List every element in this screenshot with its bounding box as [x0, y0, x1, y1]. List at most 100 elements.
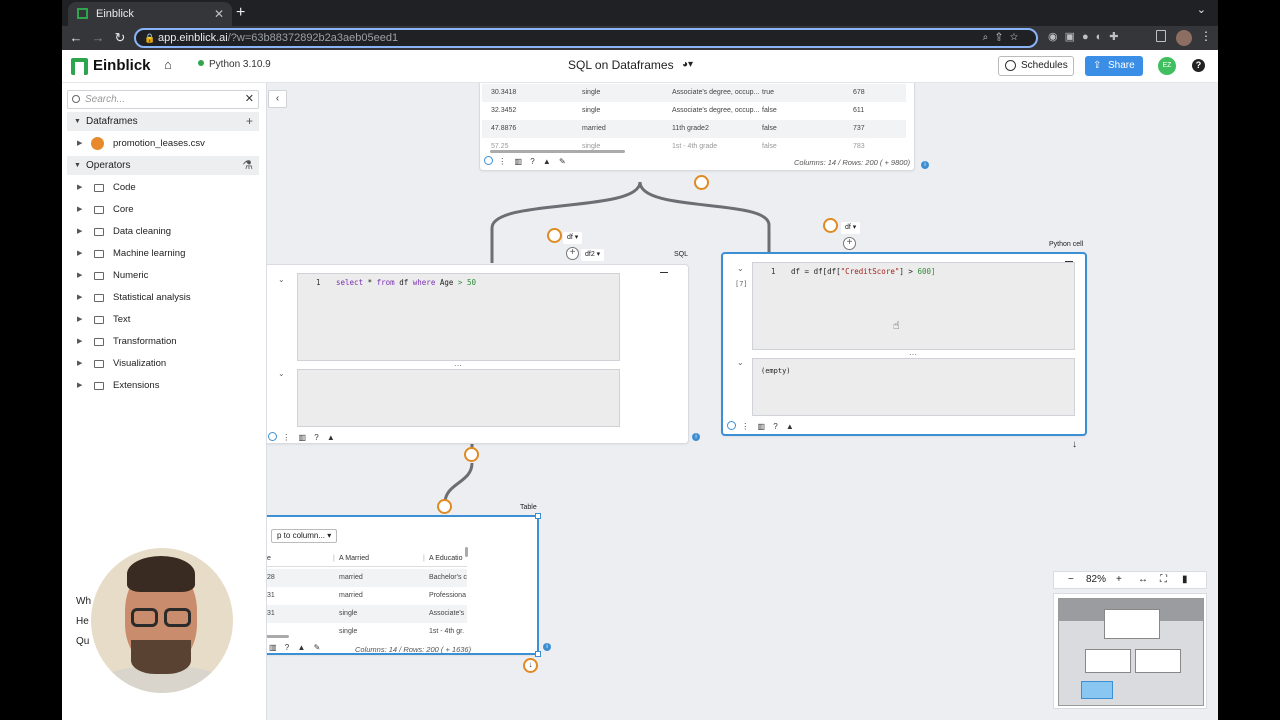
dataframe-preview-card[interactable]: 30.3418 single Associate's degree, occup…: [479, 83, 915, 171]
resize-handle[interactable]: [535, 513, 541, 519]
vertical-scrollbar[interactable]: [465, 547, 468, 557]
operator-folder-extensions[interactable]: ▶ Extensions: [67, 376, 259, 396]
fit-width-icon[interactable]: ↔: [1138, 572, 1148, 588]
hidden-text: Wh: [76, 596, 91, 607]
fullscreen-icon[interactable]: ⛶: [1160, 572, 1167, 588]
dataframes-section[interactable]: ▼ Dataframes +: [67, 112, 259, 131]
minimize-icon[interactable]: [660, 272, 668, 273]
run-icon[interactable]: [484, 156, 493, 165]
url-path: /?w=63b88372892b2a3aeb05eed1: [227, 32, 399, 44]
extension-icons[interactable]: ◉▣●◐✚: [1048, 30, 1126, 43]
runtime-status[interactable]: Python 3.10.9: [198, 59, 271, 70]
schedules-button[interactable]: Schedules: [998, 56, 1074, 76]
horizontal-scrollbar[interactable]: [490, 150, 625, 153]
back-icon[interactable]: ←: [66, 28, 86, 48]
share-button[interactable]: ⇪ Share: [1085, 56, 1143, 76]
sidepanel-icon[interactable]: [1156, 30, 1166, 42]
clear-search-icon[interactable]: ✕: [245, 91, 254, 108]
operator-folder-transformation[interactable]: ▶ Transformation: [67, 332, 259, 352]
new-tab-icon[interactable]: +: [236, 2, 245, 24]
flask-icon[interactable]: ⚗: [242, 156, 253, 175]
operator-folder-text[interactable]: ▶ Text: [67, 310, 259, 330]
caret-right-icon: ▶: [77, 250, 83, 257]
presenter-hair: [127, 556, 195, 592]
cell-education: 1st - 4th gr.: [429, 628, 465, 635]
operator-folder-code[interactable]: ▶ Code: [67, 178, 259, 198]
tab-strip: Einblick ✕ + ⌄: [62, 0, 1218, 26]
operator-folder-numeric[interactable]: ▶ Numeric: [67, 266, 259, 286]
operator-folder-core[interactable]: ▶ Core: [67, 200, 259, 220]
zoom-out-icon[interactable]: −: [1068, 572, 1074, 588]
tab-search-chevron-icon[interactable]: ⌄: [1197, 3, 1206, 16]
info-icon[interactable]: i: [543, 643, 551, 651]
operator-folder-data-cleaning[interactable]: ▶ Data cleaning: [67, 222, 259, 242]
python-cell-card[interactable]: ⌄ [7] 1 df = df[df["CreditScore"] > 600]…: [721, 252, 1087, 436]
output-port[interactable]: [694, 175, 709, 190]
input-port[interactable]: [437, 499, 452, 514]
sql-cell-card[interactable]: ⌄ 1 select * from df where Age > 50 ⋯ ⌄ …: [267, 264, 689, 444]
input-port[interactable]: [547, 228, 562, 243]
notebook-title[interactable]: SQL on Dataframes: [568, 58, 674, 72]
operator-folder-machine-learning[interactable]: ▶ Machine learning: [67, 244, 259, 264]
jump-to-column-dropdown[interactable]: p to column... ▾: [271, 529, 338, 543]
minimap[interactable]: [1053, 593, 1207, 709]
home-icon[interactable]: ⌂: [164, 57, 172, 72]
help-icon[interactable]: ?: [1192, 59, 1205, 72]
card-toolbar[interactable]: ⋮ ▥ ? ▲: [727, 421, 797, 431]
forward-icon[interactable]: →: [88, 28, 108, 48]
python-editor[interactable]: 1 df = df[df["CreditScore"] > 600] ☝: [752, 262, 1075, 350]
notebook-menu-icon[interactable]: ◕▾: [682, 59, 693, 70]
info-icon[interactable]: i: [692, 433, 700, 441]
browser-tab[interactable]: Einblick ✕: [68, 2, 232, 26]
reload-icon[interactable]: ↻: [110, 28, 130, 48]
bookmark-icon[interactable]: ▮: [1182, 572, 1188, 588]
table-row: 31 single Associate's: [267, 605, 467, 623]
workspace-canvas[interactable]: ‹ 30.3418 single Associate's degree, occ…: [267, 83, 1218, 720]
info-icon[interactable]: i: [921, 161, 929, 169]
table-cell-card[interactable]: p to column... ▾ e | A Married | A Educa…: [267, 515, 539, 655]
cell-flag: false: [762, 143, 777, 150]
edge-label-df[interactable]: df ▾: [563, 232, 583, 244]
folder-icon: [94, 382, 104, 390]
omnibox-icons[interactable]: ⌕⇪☆: [983, 30, 1026, 46]
operator-folder-statistical-analysis[interactable]: ▶ Statistical analysis: [67, 288, 259, 308]
collapse-input-chevron-icon[interactable]: ⌄: [737, 264, 744, 273]
operator-label: Machine learning: [113, 248, 186, 259]
horizontal-scrollbar[interactable]: [267, 635, 289, 638]
dataframe-item[interactable]: ▶ promotion_leases.csv: [67, 134, 259, 154]
profile-avatar[interactable]: [1176, 30, 1192, 46]
zoom-level[interactable]: 82%: [1086, 572, 1106, 588]
col-header-married[interactable]: A Married: [339, 551, 369, 567]
collapse-input-chevron-icon[interactable]: ⌄: [278, 275, 285, 284]
card-toolbar[interactable]: ⋮ ▥ ? ▲: [268, 432, 338, 442]
col-header-education[interactable]: A Educatio: [429, 551, 463, 567]
zoom-in-icon[interactable]: +: [1116, 572, 1122, 588]
input-port[interactable]: [823, 218, 838, 233]
card-toolbar[interactable]: ▥ ? ▲ ✎: [269, 643, 323, 652]
col-divider: |: [333, 555, 335, 562]
add-dataframe-icon[interactable]: +: [246, 112, 253, 131]
literal: 50: [466, 278, 476, 287]
address-bar[interactable]: 🔒 app.einblick.ai/?w=63b88372892b2a3aeb0…: [134, 28, 1038, 48]
operator-folder-visualization[interactable]: ▶ Visualization: [67, 354, 259, 374]
edge-label-df[interactable]: df ▾: [841, 222, 861, 234]
download-arrow-icon[interactable]: ↓: [1072, 439, 1077, 450]
sql-editor[interactable]: 1 select * from df where Age > 50: [297, 273, 620, 361]
collapse-output-chevron-icon[interactable]: ⌄: [278, 369, 285, 378]
download-output-port[interactable]: ↓: [523, 658, 538, 673]
operators-section[interactable]: ▼ Operators ⚗: [67, 156, 259, 175]
user-avatar[interactable]: EZ: [1158, 57, 1176, 75]
run-icon[interactable]: [268, 432, 277, 441]
browser-menu-icon[interactable]: ⋮: [1200, 29, 1212, 43]
card-toolbar[interactable]: ⋮ ▥ ? ▲ ✎: [484, 156, 569, 166]
output-port[interactable]: [464, 447, 479, 462]
add-input-icon[interactable]: +: [566, 247, 579, 260]
collapse-output-chevron-icon[interactable]: ⌄: [737, 358, 744, 367]
run-icon[interactable]: [727, 421, 736, 430]
input-alias-pill[interactable]: df2 ▾: [581, 249, 605, 261]
close-tab-icon[interactable]: ✕: [214, 2, 224, 26]
search-input[interactable]: Search... ✕: [67, 90, 259, 109]
resize-handle[interactable]: [535, 651, 541, 657]
col-header-age[interactable]: e: [267, 551, 271, 567]
add-input-icon[interactable]: +: [843, 237, 856, 250]
